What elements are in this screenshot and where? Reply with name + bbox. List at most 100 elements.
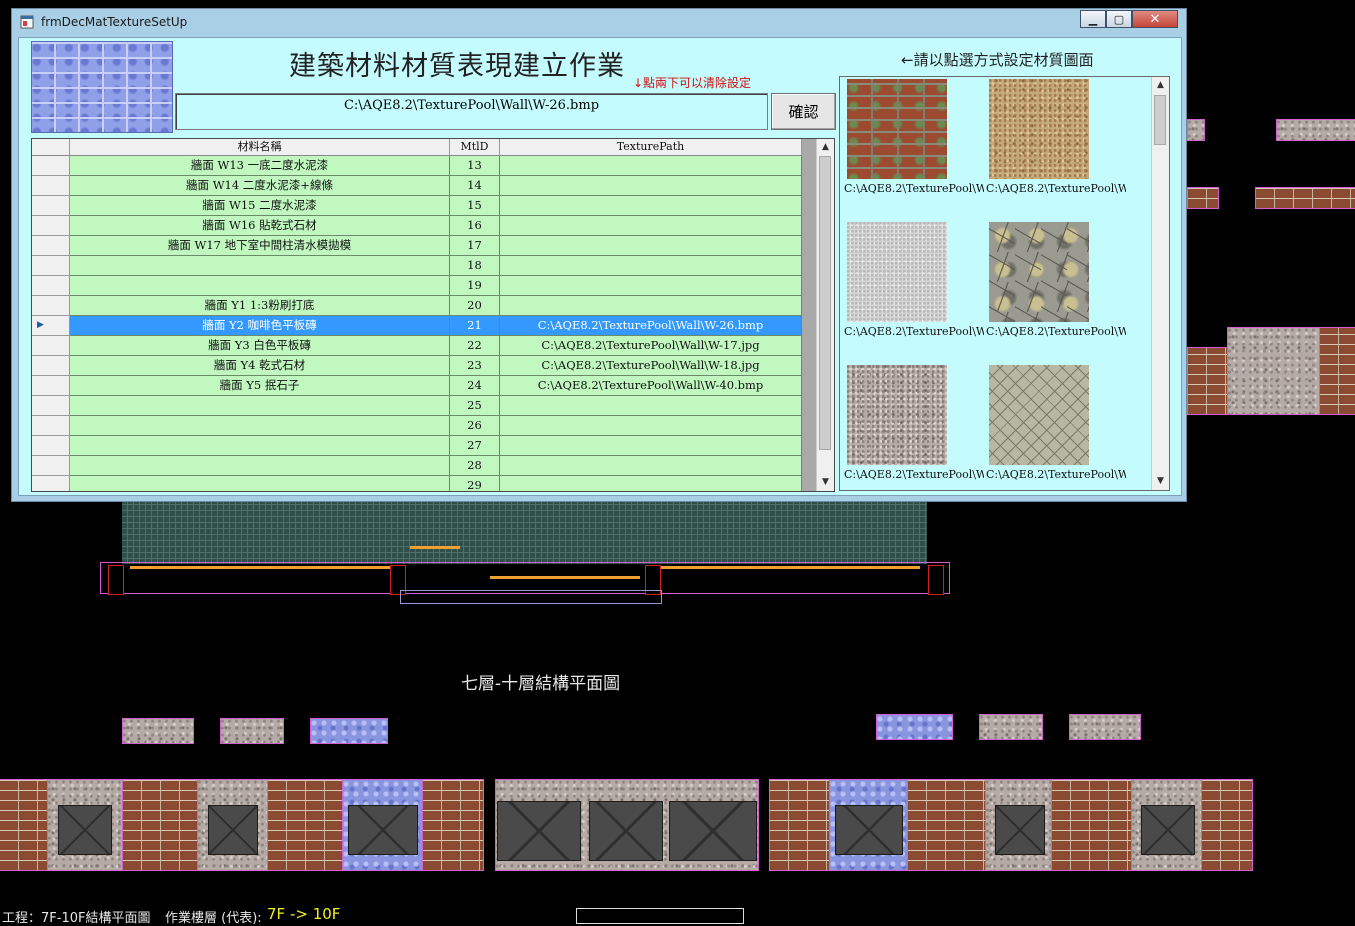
row-selector-arrow-icon[interactable]: ▶ [32, 316, 70, 336]
row-selector[interactable] [32, 156, 70, 176]
texture-path-cell[interactable] [500, 416, 802, 436]
scroll-down-arrow-icon[interactable]: ▼ [1152, 473, 1169, 490]
texture-path-cell[interactable] [500, 216, 802, 236]
row-selector[interactable] [32, 356, 70, 376]
material-name-cell[interactable]: 牆面 W17 地下室中間柱清水模拋模 [70, 236, 450, 256]
texture-scrollbar[interactable]: ▲ ▼ [1151, 77, 1169, 490]
herringbone-texture-icon[interactable] [989, 365, 1089, 465]
scroll-thumb[interactable] [1154, 95, 1166, 145]
material-name-cell[interactable]: 牆面 Y3 白色平板磚 [70, 336, 450, 356]
material-id-cell[interactable]: 20 [450, 296, 500, 316]
status-field[interactable] [576, 908, 744, 924]
row-selector[interactable] [32, 176, 70, 196]
texture-path-cell[interactable] [500, 176, 802, 196]
material-name-cell[interactable]: 牆面 W13 一底二度水泥漆 [70, 156, 450, 176]
scroll-down-arrow-icon[interactable]: ▼ [817, 474, 834, 491]
table-row[interactable]: 牆面 W13 一底二度水泥漆 13 [32, 156, 802, 176]
table-row[interactable]: ▶ 牆面 Y2 咖啡色平板磚 21 C:\AQE8.2\TexturePool\Wal… [32, 316, 802, 336]
row-selector[interactable] [32, 396, 70, 416]
grid-header-path[interactable]: TexturePath [500, 139, 802, 155]
table-row[interactable]: 牆面 W17 地下室中間柱清水模拋模 17 [32, 236, 802, 256]
texture-path-cell[interactable] [500, 456, 802, 476]
row-selector[interactable] [32, 456, 70, 476]
material-id-cell[interactable]: 13 [450, 156, 500, 176]
texture-path-cell[interactable] [500, 256, 802, 276]
table-row[interactable]: 19 [32, 276, 802, 296]
material-name-cell[interactable] [70, 476, 450, 491]
grid-header-id[interactable]: MtlD [450, 139, 500, 155]
minimize-button[interactable]: ▁ [1080, 10, 1106, 28]
table-row[interactable]: 27 [32, 436, 802, 456]
material-id-cell[interactable]: 26 [450, 416, 500, 436]
close-button[interactable]: ✕ [1132, 10, 1178, 28]
granite-texture-icon[interactable] [847, 365, 947, 465]
row-selector[interactable] [32, 216, 70, 236]
material-id-cell[interactable]: 25 [450, 396, 500, 416]
scroll-thumb[interactable] [819, 156, 831, 450]
plaster-texture-icon[interactable] [847, 222, 947, 322]
table-row[interactable]: 牆面 Y5 抿石子 24 C:\AQE8.2\TexturePool\Wall\W-… [32, 376, 802, 396]
maximize-button[interactable]: ▢ [1106, 10, 1132, 28]
texture-path-cell[interactable] [500, 296, 802, 316]
material-id-cell[interactable]: 22 [450, 336, 500, 356]
row-selector[interactable] [32, 276, 70, 296]
sand-texture-icon[interactable] [989, 79, 1089, 179]
texture-path-cell[interactable]: C:\AQE8.2\TexturePool\Wall\W-17.jpg [500, 336, 802, 356]
material-id-cell[interactable]: 17 [450, 236, 500, 256]
flagstone-texture-icon[interactable] [989, 222, 1089, 322]
grid-scrollbar[interactable]: ▲ ▼ [816, 139, 834, 491]
material-name-cell[interactable] [70, 436, 450, 456]
material-name-cell[interactable]: 牆面 Y4 乾式石材 [70, 356, 450, 376]
brick-texture-icon[interactable] [847, 79, 947, 179]
table-row[interactable]: 25 [32, 396, 802, 416]
material-id-cell[interactable]: 21 [450, 316, 500, 336]
texture-list[interactable]: C:\AQE8.2\TexturePool\W... C:\AQE8.2\Tex… [839, 76, 1170, 491]
material-name-cell[interactable]: 牆面 W15 二度水泥漆 [70, 196, 450, 216]
table-row[interactable]: 29 [32, 476, 802, 491]
table-row[interactable]: 牆面 W15 二度水泥漆 15 [32, 196, 802, 216]
table-row[interactable]: 18 [32, 256, 802, 276]
material-id-cell[interactable]: 16 [450, 216, 500, 236]
row-selector[interactable] [32, 256, 70, 276]
material-id-cell[interactable]: 23 [450, 356, 500, 376]
material-name-cell[interactable]: 牆面 W14 二度水泥漆+線條 [70, 176, 450, 196]
material-id-cell[interactable]: 18 [450, 256, 500, 276]
row-selector[interactable] [32, 336, 70, 356]
texture-path-cell[interactable] [500, 436, 802, 456]
texture-path-cell[interactable] [500, 236, 802, 256]
material-name-cell[interactable]: 牆面 Y5 抿石子 [70, 376, 450, 396]
table-row[interactable]: 牆面 Y1 1:3粉刷打底 20 [32, 296, 802, 316]
material-id-cell[interactable]: 27 [450, 436, 500, 456]
texture-path-cell[interactable] [500, 196, 802, 216]
table-row[interactable]: 28 [32, 456, 802, 476]
table-row[interactable]: 牆面 Y3 白色平板磚 22 C:\AQE8.2\TexturePool\Wall\… [32, 336, 802, 356]
title-bar[interactable]: frmDecMatTextureSetUp ▁ ▢ ✕ [12, 9, 1186, 37]
row-selector[interactable] [32, 196, 70, 216]
row-selector[interactable] [32, 476, 70, 491]
confirm-button[interactable]: 確認 [771, 93, 836, 130]
material-name-cell[interactable] [70, 416, 450, 436]
row-selector[interactable] [32, 376, 70, 396]
table-row[interactable]: 牆面 Y4 乾式石材 23 C:\AQE8.2\TexturePool\Wall\W… [32, 356, 802, 376]
texture-path-cell[interactable]: C:\AQE8.2\TexturePool\Wall\W-26.bmp [500, 316, 802, 336]
material-grid[interactable]: 材料名稱 MtlD TexturePath 牆面 W13 一底二度水泥漆 13 牆面… [31, 138, 835, 492]
texture-path-cell[interactable] [500, 276, 802, 296]
row-selector[interactable] [32, 416, 70, 436]
material-name-cell[interactable] [70, 396, 450, 416]
material-id-cell[interactable]: 19 [450, 276, 500, 296]
table-row[interactable]: 26 [32, 416, 802, 436]
texture-path-cell[interactable]: C:\AQE8.2\TexturePool\Wall\W-40.bmp [500, 376, 802, 396]
texture-path-cell[interactable] [500, 156, 802, 176]
material-id-cell[interactable]: 14 [450, 176, 500, 196]
texture-path-field[interactable]: C:\AQE8.2\TexturePool\Wall\W-26.bmp [175, 93, 768, 130]
scroll-up-arrow-icon[interactable]: ▲ [817, 139, 834, 156]
material-name-cell[interactable] [70, 276, 450, 296]
material-name-cell[interactable] [70, 256, 450, 276]
material-name-cell[interactable]: 牆面 Y1 1:3粉刷打底 [70, 296, 450, 316]
material-name-cell[interactable] [70, 456, 450, 476]
texture-path-cell[interactable] [500, 476, 802, 491]
scroll-up-arrow-icon[interactable]: ▲ [1152, 77, 1169, 94]
table-row[interactable]: 牆面 W14 二度水泥漆+線條 14 [32, 176, 802, 196]
material-id-cell[interactable]: 28 [450, 456, 500, 476]
texture-path-cell[interactable]: C:\AQE8.2\TexturePool\Wall\W-18.jpg [500, 356, 802, 376]
